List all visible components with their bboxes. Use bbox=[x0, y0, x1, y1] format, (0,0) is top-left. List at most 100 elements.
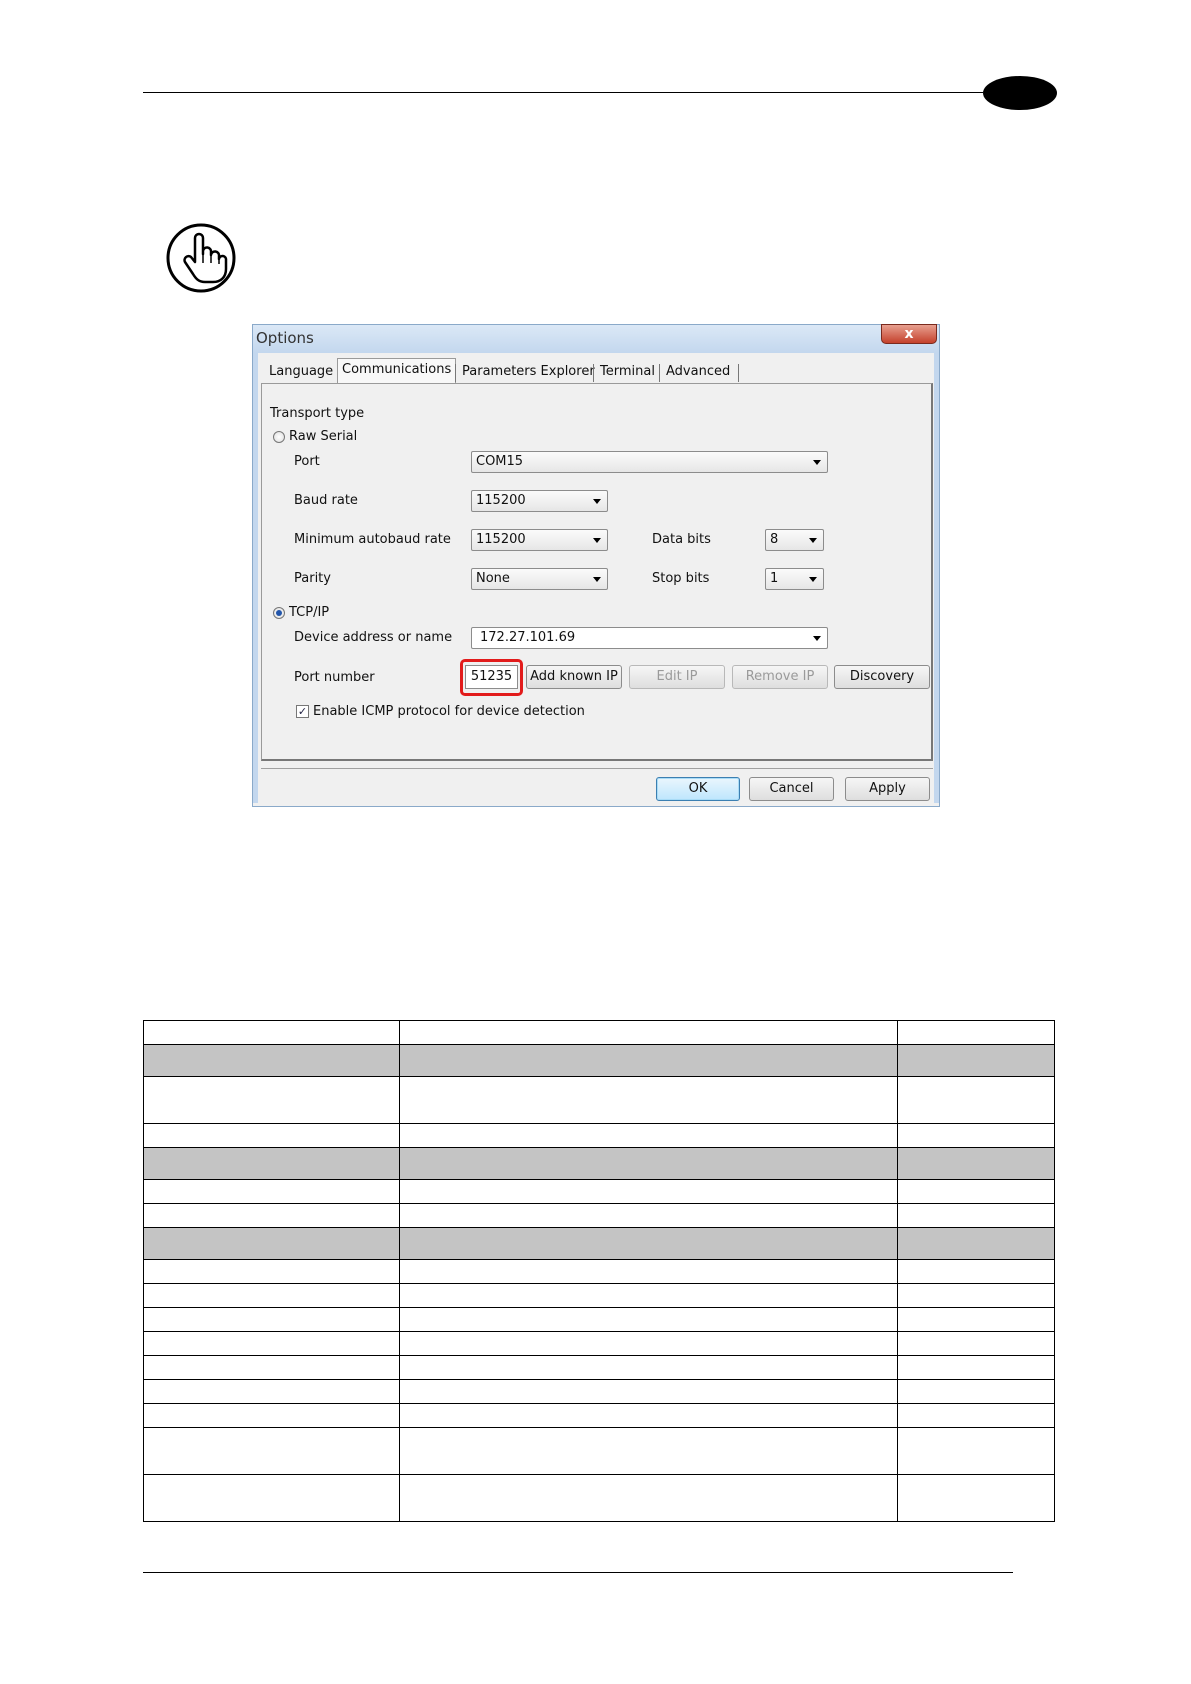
table-row bbox=[143, 1179, 1055, 1204]
chevron-down-icon bbox=[593, 538, 601, 543]
table-cell bbox=[143, 1044, 400, 1077]
ok-button[interactable]: OK bbox=[656, 777, 740, 801]
table-cell bbox=[897, 1474, 1055, 1522]
tab-parameters-explorer[interactable]: Parameters Explorer bbox=[458, 361, 599, 383]
dialog-titlebar: Options x bbox=[253, 324, 939, 353]
chevron-down-icon bbox=[809, 577, 817, 582]
tab-communications[interactable]: Communications bbox=[337, 358, 457, 384]
dialog-frame-right bbox=[934, 353, 939, 803]
table-cell bbox=[897, 1179, 1055, 1204]
table-cell bbox=[143, 1203, 400, 1228]
table-cell bbox=[143, 1123, 400, 1148]
raw-serial-radio[interactable] bbox=[273, 431, 285, 443]
table-cell bbox=[399, 1076, 898, 1124]
table-cell bbox=[399, 1179, 898, 1204]
table-row bbox=[143, 1355, 1055, 1380]
device-address-combo[interactable]: 172.27.101.69 bbox=[471, 627, 828, 649]
table-row bbox=[143, 1474, 1055, 1522]
close-button[interactable]: x bbox=[881, 324, 937, 344]
port-value: COM15 bbox=[476, 454, 524, 469]
tab-separator bbox=[738, 364, 739, 382]
table-cell bbox=[897, 1379, 1055, 1404]
port-select[interactable]: COM15 bbox=[471, 451, 828, 473]
tab-advanced[interactable]: Advanced bbox=[662, 361, 734, 383]
table-cell bbox=[143, 1227, 400, 1260]
table-cell bbox=[143, 1020, 400, 1045]
table-cell bbox=[143, 1355, 400, 1380]
tab-language[interactable]: Language bbox=[265, 361, 337, 383]
table-cell bbox=[399, 1307, 898, 1332]
baud-rate-select[interactable]: 115200 bbox=[471, 490, 608, 512]
chapter-tab bbox=[983, 76, 1057, 110]
table-row bbox=[143, 1076, 1055, 1124]
table-cell bbox=[897, 1203, 1055, 1228]
table-cell bbox=[897, 1076, 1055, 1124]
table-row bbox=[143, 1283, 1055, 1308]
cancel-button[interactable]: Cancel bbox=[749, 777, 834, 801]
baud-rate-label: Baud rate bbox=[294, 493, 358, 508]
table-cell bbox=[897, 1331, 1055, 1356]
table-row bbox=[143, 1307, 1055, 1332]
parameter-table bbox=[143, 1020, 1055, 1522]
edit-ip-button[interactable]: Edit IP bbox=[629, 665, 725, 689]
parity-select[interactable]: None bbox=[471, 568, 608, 590]
table-row bbox=[143, 1044, 1055, 1077]
table-cell bbox=[143, 1283, 400, 1308]
footer-rule bbox=[143, 1572, 1013, 1573]
transport-type-label: Transport type bbox=[270, 406, 365, 421]
chevron-down-icon bbox=[593, 499, 601, 504]
table-cell bbox=[897, 1427, 1055, 1475]
table-cell bbox=[143, 1403, 400, 1428]
table-cell bbox=[897, 1307, 1055, 1332]
port-label: Port bbox=[294, 454, 320, 469]
tab-separator bbox=[659, 364, 660, 382]
icmp-checkbox[interactable]: ✓ bbox=[296, 705, 309, 718]
table-row bbox=[143, 1203, 1055, 1228]
dialog-frame-left bbox=[253, 353, 258, 803]
table-row bbox=[143, 1259, 1055, 1284]
min-autobaud-select[interactable]: 115200 bbox=[471, 529, 608, 551]
table-cell bbox=[399, 1203, 898, 1228]
table-row bbox=[143, 1379, 1055, 1404]
chevron-down-icon bbox=[593, 577, 601, 582]
tcpip-label: TCP/IP bbox=[289, 605, 330, 620]
table-cell bbox=[399, 1474, 898, 1522]
header-rule bbox=[143, 92, 983, 93]
table-cell bbox=[897, 1227, 1055, 1260]
table-cell bbox=[399, 1227, 898, 1260]
min-autobaud-label: Minimum autobaud rate bbox=[294, 532, 451, 547]
device-address-label: Device address or name bbox=[294, 630, 453, 645]
table-cell bbox=[399, 1259, 898, 1284]
table-row bbox=[143, 1147, 1055, 1180]
data-bits-select[interactable]: 8 bbox=[765, 529, 824, 551]
remove-ip-button[interactable]: Remove IP bbox=[732, 665, 828, 689]
add-known-ip-button[interactable]: Add known IP bbox=[526, 665, 622, 689]
apply-button[interactable]: Apply bbox=[845, 777, 930, 801]
table-cell bbox=[897, 1403, 1055, 1428]
table-row bbox=[143, 1403, 1055, 1428]
table-row bbox=[143, 1020, 1055, 1045]
table-row bbox=[143, 1331, 1055, 1356]
baud-rate-value: 115200 bbox=[476, 493, 526, 508]
table-cell bbox=[143, 1427, 400, 1475]
table-row bbox=[143, 1227, 1055, 1260]
table-cell bbox=[399, 1355, 898, 1380]
table-row bbox=[143, 1123, 1055, 1148]
table-cell bbox=[399, 1123, 898, 1148]
table-cell bbox=[143, 1379, 400, 1404]
table-cell bbox=[399, 1379, 898, 1404]
icmp-label: Enable ICMP protocol for device detectio… bbox=[313, 704, 585, 719]
port-number-highlight bbox=[460, 659, 523, 696]
tab-terminal[interactable]: Terminal bbox=[596, 361, 659, 383]
table-cell bbox=[143, 1474, 400, 1522]
data-bits-value: 8 bbox=[770, 532, 779, 547]
chevron-down-icon bbox=[813, 460, 821, 465]
table-cell bbox=[143, 1259, 400, 1284]
table-cell bbox=[897, 1123, 1055, 1148]
stop-bits-select[interactable]: 1 bbox=[765, 568, 824, 590]
device-address-value: 172.27.101.69 bbox=[480, 630, 576, 645]
table-cell bbox=[897, 1044, 1055, 1077]
tcpip-radio[interactable] bbox=[273, 607, 285, 619]
table-cell bbox=[897, 1147, 1055, 1180]
discovery-button[interactable]: Discovery bbox=[834, 665, 930, 689]
